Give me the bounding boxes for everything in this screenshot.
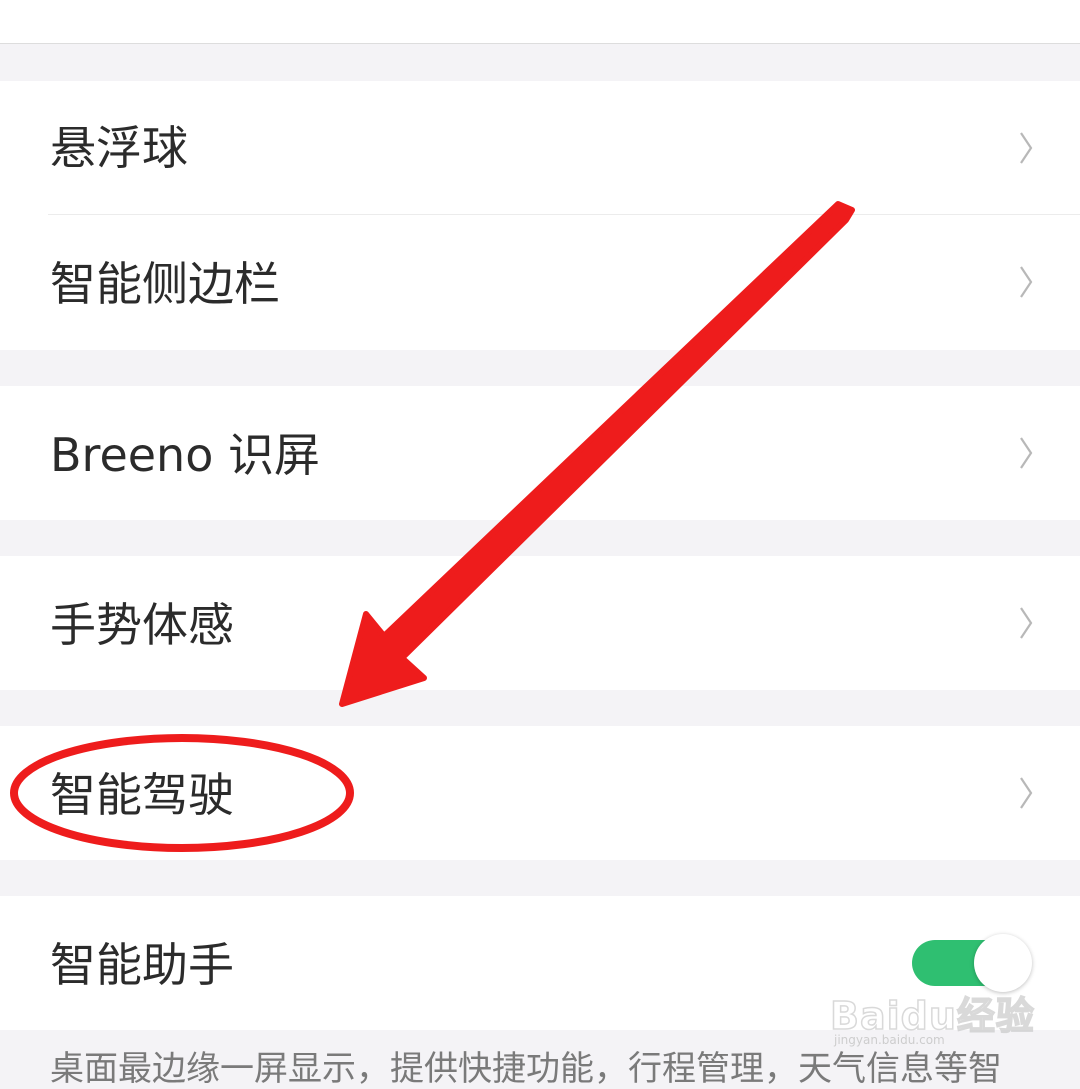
chevron-right-icon — [1018, 436, 1034, 470]
settings-item-label: 悬浮球 — [50, 121, 188, 175]
watermark-url: jingyan.baidu.com — [834, 1033, 945, 1047]
top-bar — [0, 0, 1080, 44]
settings-item-label: Breeno 识屏 — [50, 428, 320, 482]
toggle-knob — [974, 934, 1032, 992]
settings-item-label: 智能助手 — [50, 938, 234, 992]
settings-item-label: 智能侧边栏 — [50, 257, 280, 311]
settings-item-smart-sidebar[interactable]: 智能侧边栏 — [0, 215, 1080, 350]
chevron-right-icon — [1018, 131, 1034, 165]
watermark-brand: Baidu经验 — [829, 993, 1035, 1039]
chevron-right-icon — [1018, 776, 1034, 810]
settings-item-floating-ball[interactable]: 悬浮球 — [0, 81, 1080, 215]
baidu-watermark: Baidu经验 jingyan.baidu.com — [829, 985, 1034, 1047]
chevron-right-icon — [1018, 265, 1034, 299]
settings-item-breeno-screen[interactable]: Breeno 识屏 — [0, 386, 1080, 520]
chevron-right-icon — [1018, 606, 1034, 640]
smart-assistant-description: 桌面最边缘一屏显示，提供快捷功能，行程管理，天气信息等智 — [50, 1049, 1002, 1089]
settings-item-gestures[interactable]: 手势体感 — [0, 556, 1080, 690]
settings-item-smart-driving[interactable]: 智能驾驶 — [0, 726, 1080, 860]
settings-item-label: 手势体感 — [50, 598, 234, 652]
smart-assistant-toggle[interactable] — [912, 934, 1032, 992]
settings-item-label: 智能驾驶 — [50, 768, 234, 822]
